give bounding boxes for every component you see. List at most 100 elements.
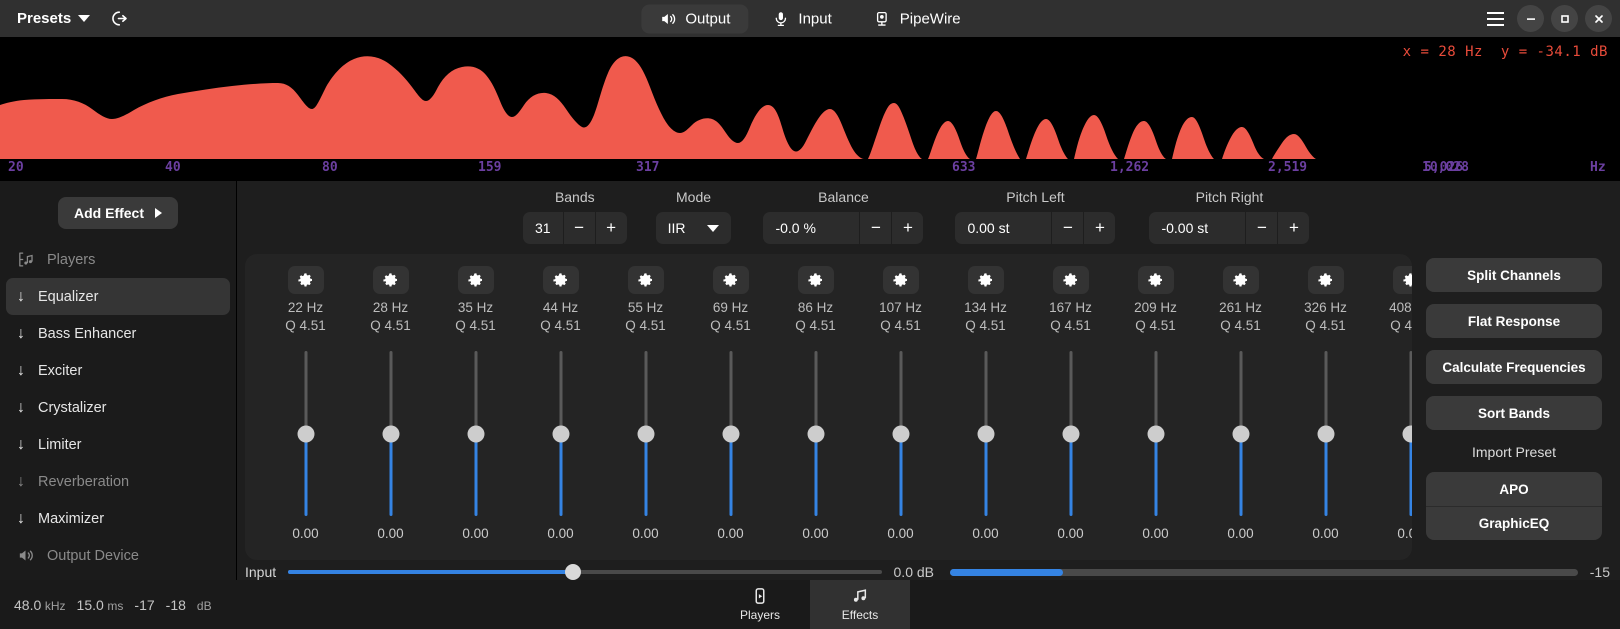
balance-value[interactable]: -0.0 % [763, 212, 859, 244]
slider-knob[interactable] [552, 425, 569, 442]
band-settings-button[interactable] [1137, 266, 1174, 294]
slider-knob[interactable] [637, 425, 654, 442]
pitch-right-increment-button[interactable]: + [1277, 212, 1309, 244]
sidebar-item-equalizer[interactable]: ↓ Equalizer [6, 278, 230, 315]
sidebar-item-limiter[interactable]: ↓ Limiter [6, 426, 230, 463]
bands-decrement-button[interactable]: − [562, 212, 595, 244]
axis-tick: 20 [8, 160, 24, 175]
eq-band: 55 Hz Q 4.51 0.00 [603, 266, 688, 552]
bands-spinbox[interactable]: 31 − + [523, 212, 627, 244]
slider-track-upper [984, 351, 987, 434]
balance-spinbox[interactable]: -0.0 % − + [763, 212, 924, 244]
bands-increment-button[interactable]: + [594, 212, 627, 244]
mode-dropdown[interactable]: IIR [655, 212, 732, 244]
band-gain-slider[interactable] [297, 351, 315, 516]
sidebar-item-reverberation[interactable]: ↓ Reverberation [6, 463, 230, 500]
slider-knob[interactable] [892, 425, 909, 442]
sort-bands-button[interactable]: Sort Bands [1426, 396, 1602, 430]
band-settings-button[interactable] [712, 266, 749, 294]
sidebar-item-output-device[interactable]: Output Device [6, 537, 230, 574]
slider-knob[interactable] [1062, 425, 1079, 442]
sidebar-item-exciter[interactable]: ↓ Exciter [6, 352, 230, 389]
band-gain-slider[interactable] [1317, 351, 1335, 516]
pitch-left-decrement-button[interactable]: − [1051, 212, 1083, 244]
import-apo-button[interactable]: APO [1426, 472, 1602, 506]
output-meter-fill [950, 568, 1063, 576]
sidebar-item-players[interactable]: Players [6, 241, 230, 278]
band-settings-button[interactable] [457, 266, 494, 294]
band-gain-value: 0.00 [1057, 526, 1084, 541]
slider-knob[interactable] [1232, 425, 1249, 442]
sidebar-item-maximizer[interactable]: ↓ Maximizer [6, 500, 230, 537]
slider-knob[interactable] [467, 425, 484, 442]
pitch-left-increment-button[interactable]: + [1083, 212, 1115, 244]
spectrum-analyzer[interactable]: x = 28 Hz y = -34.1 dB [0, 37, 1620, 159]
sidebar-item-crystalizer[interactable]: ↓ Crystalizer [6, 389, 230, 426]
close-button[interactable] [1585, 5, 1612, 32]
pitch-right-spinbox[interactable]: -0.00 st − + [1149, 212, 1310, 244]
band-settings-button[interactable] [882, 266, 919, 294]
calculate-frequencies-button[interactable]: Calculate Frequencies [1426, 350, 1602, 384]
slider-knob[interactable] [722, 425, 739, 442]
minimize-button[interactable] [1517, 5, 1544, 32]
gear-icon [723, 272, 738, 286]
tab-pipewire[interactable]: PipeWire [856, 4, 979, 33]
band-settings-button[interactable] [967, 266, 1004, 294]
maximize-button[interactable] [1551, 5, 1578, 32]
presets-button[interactable]: Presets [8, 6, 99, 31]
band-settings-button[interactable] [1222, 266, 1259, 294]
add-effect-button[interactable]: Add Effect [58, 197, 178, 229]
slider-knob[interactable] [564, 564, 581, 580]
band-settings-button[interactable] [372, 266, 409, 294]
view-effects-button[interactable]: Effects [810, 580, 910, 629]
input-gain-slider[interactable] [288, 564, 882, 580]
band-q-label: Q 4.51 [1220, 318, 1261, 333]
slider-knob[interactable] [1147, 425, 1164, 442]
tab-input[interactable]: Input [754, 4, 849, 33]
import-graphiceq-button[interactable]: GraphicEQ [1426, 506, 1602, 540]
bands-value[interactable]: 31 [523, 212, 563, 244]
band-gain-slider[interactable] [382, 351, 400, 516]
band-gain-slider[interactable] [807, 351, 825, 516]
band-settings-button[interactable] [1052, 266, 1089, 294]
slider-knob[interactable] [977, 425, 994, 442]
band-settings-button[interactable] [797, 266, 834, 294]
slider-knob[interactable] [1317, 425, 1334, 442]
exit-icon-button[interactable] [103, 4, 133, 34]
slider-knob[interactable] [807, 425, 824, 442]
pitch-right-value[interactable]: -0.00 st [1149, 212, 1245, 244]
band-settings-button[interactable] [287, 266, 324, 294]
pitch-right-decrement-button[interactable]: − [1245, 212, 1277, 244]
band-gain-slider[interactable] [977, 351, 995, 516]
mode-label: Mode [676, 189, 712, 205]
eq-band: 107 Hz Q 4.51 0.00 [858, 266, 943, 552]
band-gain-slider[interactable] [1147, 351, 1165, 516]
band-gain-slider[interactable] [467, 351, 485, 516]
band-settings-button[interactable] [1392, 266, 1412, 294]
band-settings-button[interactable] [627, 266, 664, 294]
band-gain-slider[interactable] [892, 351, 910, 516]
band-gain-slider[interactable] [1062, 351, 1080, 516]
band-gain-slider[interactable] [637, 351, 655, 516]
slider-knob[interactable] [297, 425, 314, 442]
flat-response-button[interactable]: Flat Response [1426, 304, 1602, 338]
tab-output[interactable]: Output [641, 4, 749, 33]
view-players-button[interactable]: Players [710, 580, 810, 629]
pitch-left-value[interactable]: 0.00 st [955, 212, 1051, 244]
latency-unit: ms [107, 598, 124, 613]
balance-decrement-button[interactable]: − [859, 212, 891, 244]
axis-tick: 633 [952, 160, 976, 175]
split-channels-button[interactable]: Split Channels [1426, 258, 1602, 292]
slider-knob[interactable] [1402, 425, 1412, 442]
sidebar-item-bass-enhancer[interactable]: ↓ Bass Enhancer [6, 315, 230, 352]
pitch-left-spinbox[interactable]: 0.00 st − + [955, 212, 1116, 244]
band-settings-button[interactable] [1307, 266, 1344, 294]
band-gain-slider[interactable] [722, 351, 740, 516]
band-settings-button[interactable] [542, 266, 579, 294]
slider-knob[interactable] [382, 425, 399, 442]
hamburger-menu-icon[interactable] [1480, 4, 1510, 34]
band-gain-slider[interactable] [1402, 351, 1412, 516]
band-gain-slider[interactable] [552, 351, 570, 516]
balance-increment-button[interactable]: + [891, 212, 923, 244]
band-gain-slider[interactable] [1232, 351, 1250, 516]
